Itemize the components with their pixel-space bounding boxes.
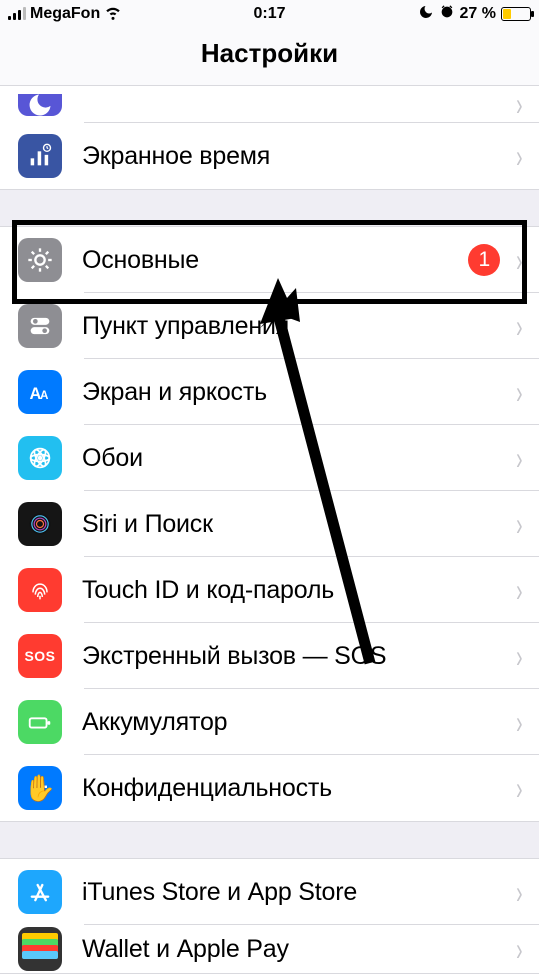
row-display[interactable]: AA Экран и яркость › xyxy=(0,359,539,425)
row-touch-id[interactable]: Touch ID и код-пароль › xyxy=(0,557,539,623)
wallet-icon xyxy=(18,927,62,971)
row-label: Wallet и Apple Pay xyxy=(82,935,506,964)
status-bar: MegaFon 0:17 27 % xyxy=(0,0,539,28)
chevron-right-icon: › xyxy=(516,638,522,675)
chevron-right-icon: › xyxy=(516,874,522,911)
privacy-icon: ✋ xyxy=(18,766,62,810)
row-label: Экранное время xyxy=(82,142,506,171)
clock-label: 0:17 xyxy=(0,5,539,23)
row-label: Аккумулятор xyxy=(82,708,506,737)
row-sos[interactable]: SOS Экстренный вызов — SOS › xyxy=(0,623,539,689)
sos-icon: SOS xyxy=(18,634,62,678)
chevron-right-icon: › xyxy=(516,770,522,807)
chevron-right-icon: › xyxy=(516,704,522,741)
row-control-center[interactable]: Пункт управления › xyxy=(0,293,539,359)
row-privacy[interactable]: ✋ Конфиденциальность › xyxy=(0,755,539,821)
do-not-disturb-icon xyxy=(18,94,62,116)
row-label: Touch ID и код-пароль xyxy=(82,576,506,605)
chevron-right-icon: › xyxy=(516,138,522,175)
chevron-right-icon: › xyxy=(516,506,522,543)
row-wallpaper[interactable]: Обои › xyxy=(0,425,539,491)
row-wallet[interactable]: Wallet и Apple Pay › xyxy=(0,925,539,973)
row-label: Обои xyxy=(82,444,506,473)
row-do-not-disturb[interactable]: Не беспокоить › xyxy=(0,86,539,123)
chevron-right-icon: › xyxy=(516,440,522,477)
row-label: Пункт управления xyxy=(82,312,506,341)
general-icon xyxy=(18,238,62,282)
row-label: Экран и яркость xyxy=(82,378,506,407)
display-icon: AA xyxy=(18,370,62,414)
settings-section-1: Основные 1 › Пункт управления › AA Экран… xyxy=(0,226,539,822)
row-general[interactable]: Основные 1 › xyxy=(0,227,539,293)
page-title: Настройки xyxy=(0,28,539,86)
row-siri[interactable]: Siri и Поиск › xyxy=(0,491,539,557)
chevron-right-icon: › xyxy=(516,572,522,609)
battery-icon xyxy=(501,7,531,21)
siri-icon xyxy=(18,502,62,546)
app-store-icon xyxy=(18,870,62,914)
chevron-right-icon: › xyxy=(516,242,522,279)
touch-id-icon xyxy=(18,568,62,612)
battery-row-icon xyxy=(18,700,62,744)
chevron-right-icon: › xyxy=(516,86,522,123)
row-screen-time[interactable]: Экранное время › xyxy=(0,123,539,189)
row-app-store[interactable]: iTunes Store и App Store › xyxy=(0,859,539,925)
row-battery[interactable]: Аккумулятор › xyxy=(0,689,539,755)
wallpaper-icon xyxy=(18,436,62,480)
badge: 1 xyxy=(468,244,500,276)
screen-time-icon xyxy=(18,134,62,178)
settings-section-2: iTunes Store и App Store › Wallet и Appl… xyxy=(0,858,539,974)
row-label: Основные xyxy=(82,246,468,275)
settings-section-0: Не беспокоить › Экранное время › xyxy=(0,86,539,190)
svg-text:A: A xyxy=(40,389,49,402)
row-label: iTunes Store и App Store xyxy=(82,878,506,907)
row-label: Конфиденциальность xyxy=(82,774,506,803)
chevron-right-icon: › xyxy=(516,308,522,345)
row-label: Экстренный вызов — SOS xyxy=(82,642,506,671)
chevron-right-icon: › xyxy=(516,931,522,968)
row-label: Siri и Поиск xyxy=(82,510,506,539)
chevron-right-icon: › xyxy=(516,374,522,411)
control-center-icon xyxy=(18,304,62,348)
